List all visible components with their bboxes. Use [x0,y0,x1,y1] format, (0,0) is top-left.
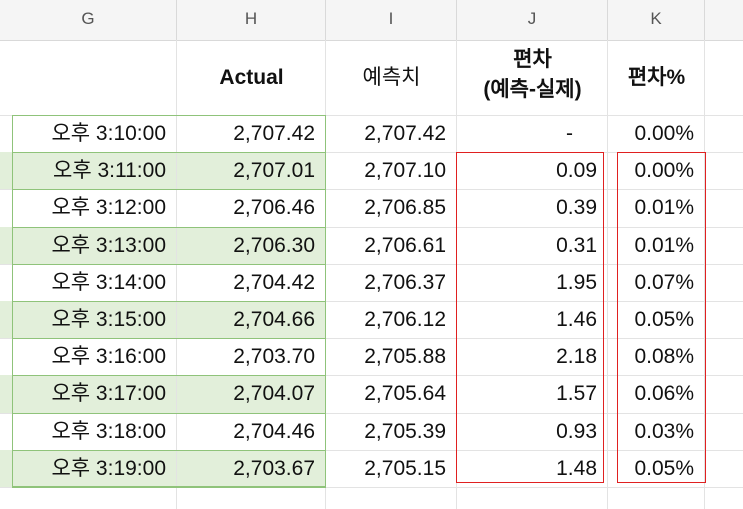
cell-deviation[interactable]: 0.31 [457,227,607,264]
cell-actual[interactable]: 2,704.42 [177,264,325,301]
cell-forecast[interactable]: 2,705.39 [326,413,456,450]
cell-deviation[interactable]: 0.93 [457,413,607,450]
spreadsheet: G H I J K Actual 예측치 편차 (예측-실제) 편차% 오후 3… [0,0,743,509]
cell-actual[interactable]: 2,706.30 [177,227,325,264]
cell-deviation[interactable]: 1.46 [457,301,607,338]
column-header-i[interactable]: I [326,0,457,40]
cell-time[interactable]: 오후 3:14:00 [0,264,176,301]
cell-forecast[interactable]: 2,706.37 [326,264,456,301]
cell-time[interactable]: 오후 3:10:00 [0,115,176,152]
cell-deviation[interactable]: 1.57 [457,375,607,413]
header-deviation-line2: (예측-실제) [483,78,582,101]
header-deviation[interactable]: 편차 (예측-실제) [457,45,608,111]
cell-forecast[interactable]: 2,706.61 [326,227,456,264]
cell-time[interactable]: 오후 3:11:00 [0,152,176,189]
cell-forecast[interactable]: 2,705.15 [326,450,456,487]
cell-time[interactable]: 오후 3:12:00 [0,189,176,227]
cell-time[interactable]: 오후 3:18:00 [0,413,176,450]
header-actual[interactable]: Actual [177,40,326,115]
cell-deviation-pct[interactable]: 0.06% [608,375,704,413]
cell-time[interactable]: 오후 3:19:00 [0,450,176,487]
cell-deviation[interactable]: 0.39 [457,189,607,227]
cell-deviation-pct[interactable]: 0.01% [608,227,704,264]
cell-actual[interactable]: 2,704.66 [177,301,325,338]
cell-actual[interactable]: 2,703.67 [177,450,325,487]
cell-time[interactable]: 오후 3:16:00 [0,338,176,375]
cell-time[interactable]: 오후 3:17:00 [0,375,176,413]
cell-deviation-pct[interactable]: 0.05% [608,301,704,338]
cell-deviation-pct[interactable]: 0.03% [608,413,704,450]
gridline-horizontal [0,487,743,488]
cell-deviation-pct[interactable]: 0.05% [608,450,704,487]
cell-actual[interactable]: 2,703.70 [177,338,325,375]
cell-time[interactable]: 오후 3:15:00 [0,301,176,338]
header-forecast[interactable]: 예측치 [326,40,457,115]
cell-forecast[interactable]: 2,706.85 [326,189,456,227]
cell-deviation[interactable]: 1.48 [457,450,607,487]
cell-time[interactable]: 오후 3:13:00 [0,227,176,264]
cell-deviation[interactable]: - [457,115,607,152]
cell-deviation-pct[interactable]: 0.07% [608,264,704,301]
cell-deviation-pct[interactable]: 0.00% [608,152,704,189]
header-deviation-line1: 편차 [513,48,552,71]
cell-actual[interactable]: 2,707.01 [177,152,325,189]
cell-deviation-pct[interactable]: 0.01% [608,189,704,227]
column-header-k[interactable]: K [608,0,705,40]
cell-actual[interactable]: 2,704.07 [177,375,325,413]
column-header-j[interactable]: J [457,0,608,40]
cell-forecast[interactable]: 2,707.42 [326,115,456,152]
cell-deviation-pct[interactable]: 0.00% [608,115,704,152]
header-deviation-pct[interactable]: 편차% [608,40,705,115]
cell-forecast[interactable]: 2,706.12 [326,301,456,338]
cell-actual[interactable]: 2,707.42 [177,115,325,152]
cell-forecast[interactable]: 2,707.10 [326,152,456,189]
cell-deviation[interactable]: 1.95 [457,264,607,301]
cell-forecast[interactable]: 2,705.64 [326,375,456,413]
cell-actual[interactable]: 2,706.46 [177,189,325,227]
column-header-row: G H I J K [0,0,743,41]
cell-forecast[interactable]: 2,705.88 [326,338,456,375]
column-header-g[interactable]: G [0,0,177,40]
cell-deviation[interactable]: 0.09 [457,152,607,189]
column-header-h[interactable]: H [177,0,326,40]
cell-deviation[interactable]: 2.18 [457,338,607,375]
cell-deviation-pct[interactable]: 0.08% [608,338,704,375]
cell-actual[interactable]: 2,704.46 [177,413,325,450]
